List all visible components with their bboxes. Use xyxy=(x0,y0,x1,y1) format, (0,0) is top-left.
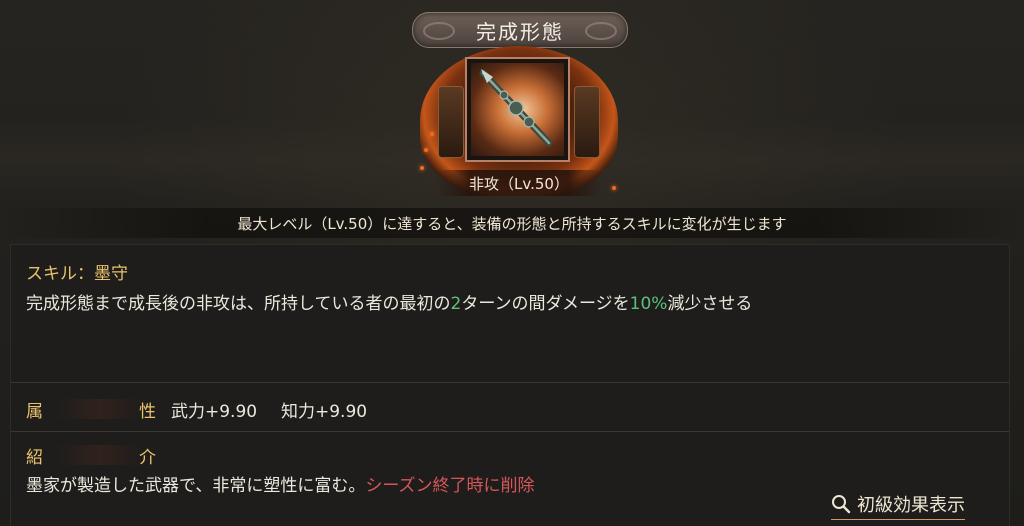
intro-description: 墨家が製造した武器で、非常に塑性に富む。シーズン終了時に削除 xyxy=(26,476,535,496)
ember-particle xyxy=(430,132,434,136)
basic-effect-button[interactable]: 初級効果表示 xyxy=(831,491,965,520)
item-info-panel: スキル：墨守 完成形態まで成長後の非攻は、所持している者の最初の2ターンの間ダメ… xyxy=(10,244,1010,526)
ember-particle xyxy=(612,186,616,190)
item-medallion: 非攻（Lv.50） xyxy=(418,46,620,196)
basic-effect-label: 初級効果表示 xyxy=(857,495,965,516)
intro-label: 紹介 xyxy=(26,443,156,468)
divider xyxy=(11,382,1009,383)
spear-icon xyxy=(471,63,564,156)
skill-title: スキル：墨守 xyxy=(26,264,128,284)
damage-reduction-percent: 10% xyxy=(629,294,668,314)
page-title: 完成形態 xyxy=(476,19,564,44)
turn-count: 2 xyxy=(450,294,462,314)
swirl-ornament-left xyxy=(423,22,455,40)
divider xyxy=(11,431,1009,432)
item-name-level: 非攻（Lv.50） xyxy=(436,170,602,196)
item-icon-frame[interactable] xyxy=(465,57,570,162)
stat-might: 武力+9.90 xyxy=(171,402,258,422)
medallion-ornament-left xyxy=(438,86,464,158)
max-level-notice: 最大レベル（Lv.50）に達すると、装備の形態と所持するスキルに変化が生じます xyxy=(0,208,1024,238)
season-delete-warning: シーズン終了時に削除 xyxy=(365,476,535,496)
ember-particle xyxy=(420,166,424,170)
search-icon xyxy=(832,495,851,514)
attributes-label: 属性 xyxy=(26,397,156,422)
ember-particle xyxy=(424,148,428,152)
medallion-ornament-right xyxy=(574,86,600,158)
skill-description: 完成形態まで成長後の非攻は、所持している者の最初の2ターンの間ダメージを10%減… xyxy=(26,294,753,314)
stat-intellect: 知力+9.90 xyxy=(281,402,368,422)
title-banner: 完成形態 xyxy=(412,12,628,48)
swirl-ornament-right xyxy=(585,22,617,40)
